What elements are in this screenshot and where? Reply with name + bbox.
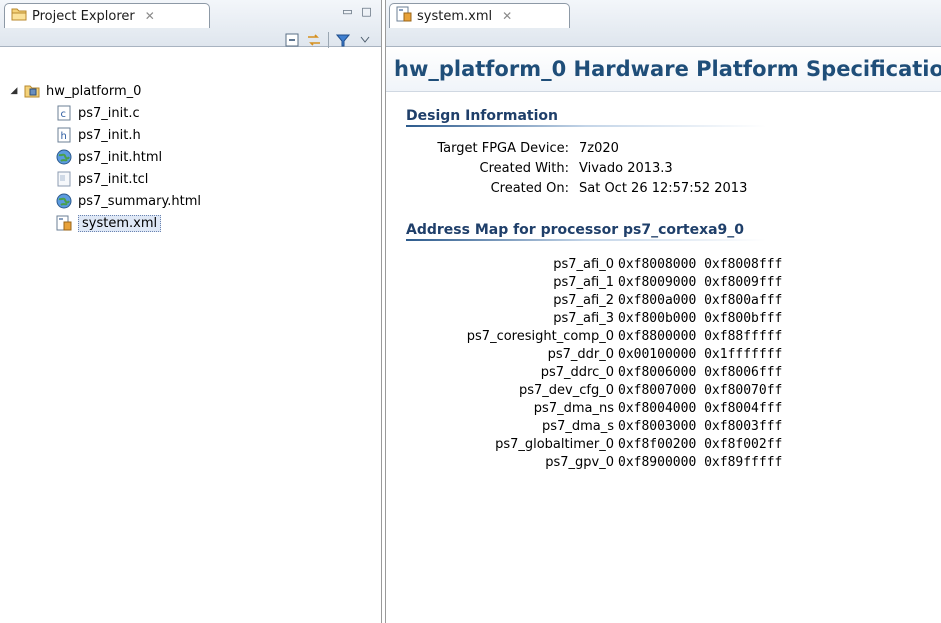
peripheral-name: ps7_gpv_0	[545, 455, 614, 470]
address-range: 0xf8006000 0xf8006fff	[618, 365, 783, 380]
peripheral-name: ps7_afi_1	[553, 275, 614, 290]
address-range: 0xf8009000 0xf8009fff	[618, 275, 783, 290]
project-folder-icon	[24, 83, 40, 99]
tree-item-label: ps7_init.html	[78, 149, 163, 165]
address-range: 0xf8f00200 0xf8f002ff	[618, 437, 783, 452]
address-range: 0x00100000 0x1fffffff	[618, 347, 783, 362]
tree-item-label: ps7_init.c	[78, 105, 140, 121]
tree-item-project[interactable]: ◢ hw_platform_0	[0, 80, 381, 102]
project-tree: ◢ hw_platform_0 c ps7_init.c h ps7_init.…	[0, 80, 381, 234]
peripheral-name: ps7_dma_s	[542, 419, 614, 434]
peripheral-name: ps7_dev_cfg_0	[519, 383, 614, 398]
project-explorer-pane: Project Explorer ✕ ▭ □ ◢ hw_platform_0 c…	[0, 0, 382, 623]
peripheral-name: ps7_ddrc_0	[540, 365, 614, 380]
h-file-icon: h	[56, 127, 72, 143]
editor-tab-strip: system.xml ✕	[386, 0, 941, 47]
info-value: Vivado 2013.3	[579, 161, 673, 176]
tree-item-file[interactable]: ps7_summary.html	[0, 190, 381, 212]
tab-project-explorer-label: Project Explorer	[32, 8, 135, 24]
peripheral-name: ps7_coresight_comp_0	[466, 329, 614, 344]
close-icon[interactable]: ✕	[502, 9, 512, 23]
close-icon[interactable]: ✕	[145, 9, 155, 23]
web-file-icon	[56, 149, 72, 165]
tree-item-file-selected[interactable]: system.xml	[0, 212, 381, 234]
editor-pane: system.xml ✕ hw_platform_0 Hardware Plat…	[385, 0, 941, 623]
tree-item-label: hw_platform_0	[46, 83, 142, 99]
explorer-toolbar	[0, 28, 381, 52]
collapse-all-icon[interactable]	[284, 32, 300, 48]
folder-icon	[11, 7, 27, 25]
info-key: Target FPGA Device:	[437, 141, 569, 156]
tree-item-label: ps7_summary.html	[78, 193, 202, 209]
page-title: hw_platform_0 Hardware Platform Specific…	[386, 47, 941, 92]
tree-item-file[interactable]: c ps7_init.c	[0, 102, 381, 124]
design-information-table: Target FPGA Device: 7z020 Created With: …	[414, 141, 941, 196]
maximize-icon[interactable]: □	[360, 6, 373, 18]
c-file-icon: c	[56, 105, 72, 121]
peripheral-name: ps7_globaltimer_0	[495, 437, 614, 452]
tab-system-xml[interactable]: system.xml ✕	[389, 3, 570, 28]
text-file-icon	[56, 171, 72, 187]
tab-project-explorer[interactable]: Project Explorer ✕	[4, 3, 210, 28]
link-with-editor-icon[interactable]	[306, 32, 322, 48]
address-map-table: ps7_afi_0 0xf8008000 0xf8008fff ps7_afi_…	[386, 257, 941, 470]
address-map-heading: Address Map for processor ps7_cortexa9_0	[406, 222, 826, 241]
tree-item-label: ps7_init.tcl	[78, 171, 149, 187]
address-range: 0xf8900000 0xf89fffff	[618, 455, 783, 470]
editor-content: hw_platform_0 Hardware Platform Specific…	[386, 47, 941, 623]
svg-text:h: h	[61, 131, 67, 142]
address-range: 0xf800a000 0xf800afff	[618, 293, 783, 308]
tab-system-xml-label: system.xml	[417, 8, 493, 24]
peripheral-name: ps7_dma_ns	[533, 401, 614, 416]
tree-item-file[interactable]: ps7_init.tcl	[0, 168, 381, 190]
info-value: 7z020	[579, 141, 619, 156]
address-range: 0xf8008000 0xf8008fff	[618, 257, 783, 272]
address-range: 0xf8004000 0xf8004fff	[618, 401, 783, 416]
expand-toggle-icon[interactable]: ◢	[8, 86, 20, 96]
tree-item-label: system.xml	[78, 214, 162, 232]
peripheral-name: ps7_afi_0	[553, 257, 614, 272]
filter-icon[interactable]	[335, 32, 351, 48]
design-information-heading: Design Information	[406, 108, 826, 127]
tree-item-file[interactable]: ps7_init.html	[0, 146, 381, 168]
minimize-icon[interactable]: ▭	[341, 6, 354, 18]
tree-item-file[interactable]: h ps7_init.h	[0, 124, 381, 146]
peripheral-name: ps7_ddr_0	[547, 347, 614, 362]
tree-item-label: ps7_init.h	[78, 127, 141, 143]
xml-file-icon	[56, 215, 72, 231]
info-key: Created With:	[479, 161, 569, 176]
toolbar-separator	[328, 32, 329, 48]
peripheral-name: ps7_afi_3	[553, 311, 614, 326]
info-key: Created On:	[490, 181, 569, 196]
svg-text:c: c	[61, 109, 67, 120]
address-range: 0xf8800000 0xf88fffff	[618, 329, 783, 344]
view-menu-chevron-down-icon[interactable]	[357, 32, 373, 48]
address-range: 0xf8007000 0xf80070ff	[618, 383, 783, 398]
peripheral-name: ps7_afi_2	[553, 293, 614, 308]
address-range: 0xf800b000 0xf800bfff	[618, 311, 783, 326]
info-value: Sat Oct 26 12:57:52 2013	[579, 181, 748, 196]
xml-file-icon	[396, 6, 412, 26]
address-range: 0xf8003000 0xf8003fff	[618, 419, 783, 434]
web-file-icon	[56, 193, 72, 209]
